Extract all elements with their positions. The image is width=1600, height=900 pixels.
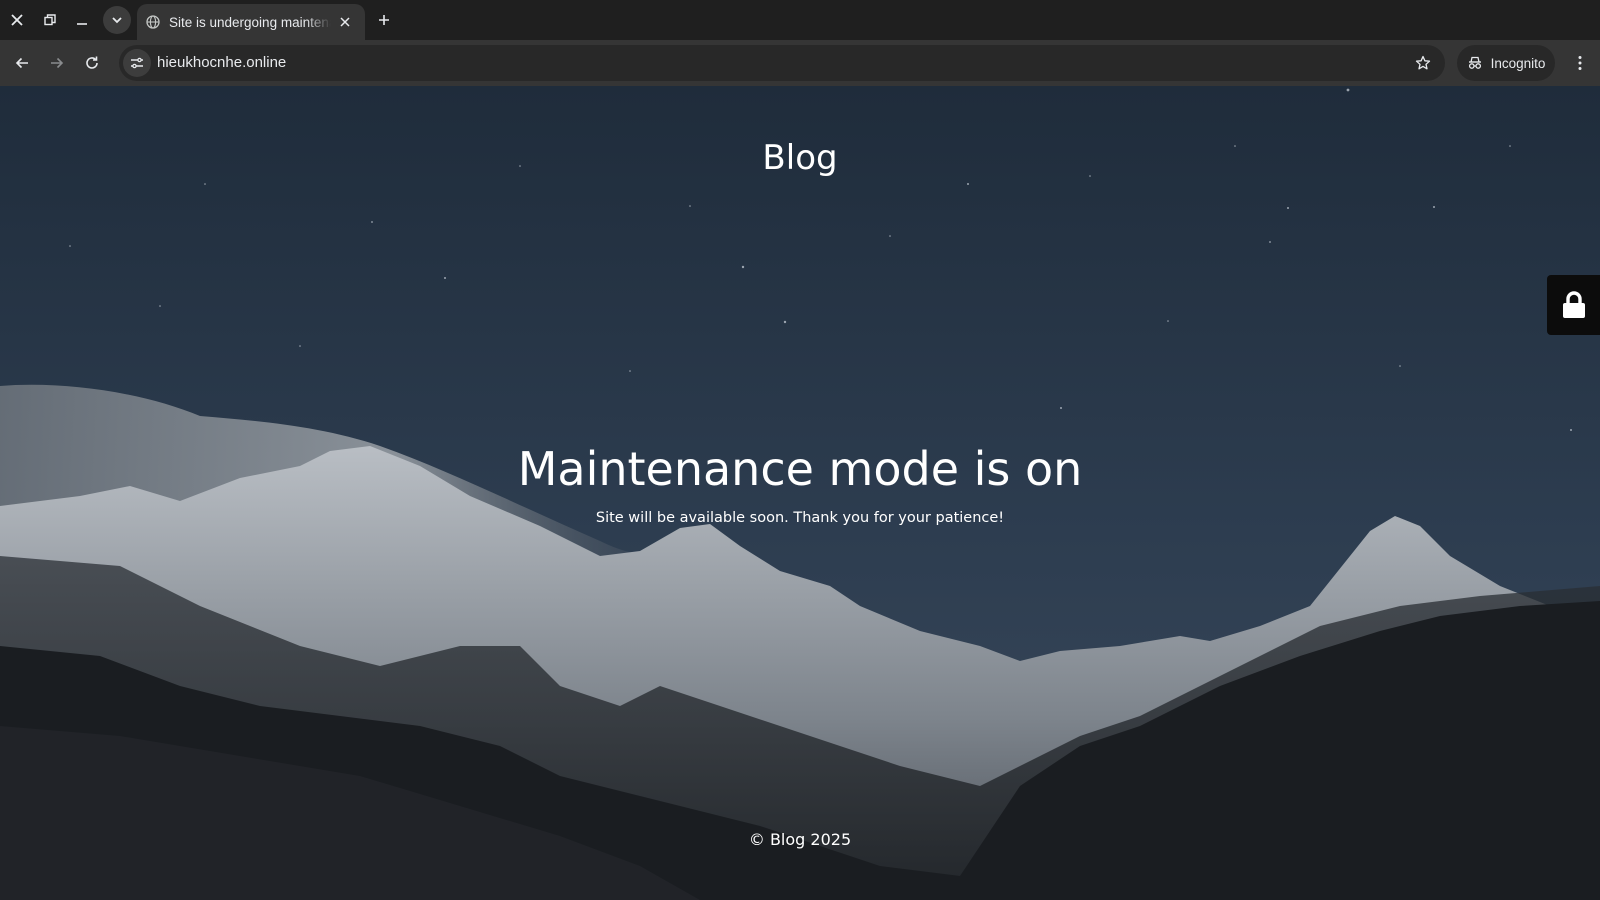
tune-icon [131,57,143,69]
new-tab-button[interactable] [372,8,396,32]
forward-button[interactable] [42,48,72,78]
maintenance-headline: Maintenance mode is on [517,442,1083,496]
site-title[interactable]: Blog [0,138,1600,178]
tab-strip: Site is undergoing maintenance [0,0,1600,40]
browser-toolbar: hieukhocnhe.online Incognito [0,40,1600,86]
footer-copyright: © Blog 2025 [748,830,852,849]
bookmark-button[interactable] [1411,51,1435,75]
login-lock-button[interactable] [1547,275,1600,335]
lock-icon [1562,291,1585,318]
close-window-button[interactable] [3,6,31,34]
tab-title: Site is undergoing maintenance [169,14,331,30]
chevron-down-icon [112,17,122,24]
star-icon [1415,55,1431,70]
tab-search-button[interactable] [103,6,131,34]
reload-icon [86,56,98,69]
incognito-indicator[interactable]: Incognito [1457,45,1555,81]
incognito-icon [1468,56,1481,69]
url-text[interactable]: hieukhocnhe.online [157,54,286,71]
close-icon [340,17,350,27]
globe-icon [145,14,161,30]
minimize-icon [77,23,87,25]
page-viewport: Blog Maintenance mode is on Site will be… [0,86,1600,900]
reload-button[interactable] [77,48,107,78]
close-icon [11,14,23,26]
plus-icon [379,15,389,25]
forward-arrow-icon [51,57,64,69]
maintenance-message: Site will be available soon. Thank you f… [595,510,1005,526]
tab-close-button[interactable] [337,14,353,30]
more-vert-icon [1578,56,1582,70]
restore-icon [44,14,56,26]
minimize-window-button[interactable] [68,6,96,34]
restore-window-button[interactable] [36,6,64,34]
back-button[interactable] [7,48,37,78]
site-info-button[interactable] [123,49,151,77]
active-tab[interactable]: Site is undergoing maintenance [137,4,365,40]
incognito-label: Incognito [1490,55,1546,71]
back-arrow-icon [15,57,28,69]
browser-menu-button[interactable] [1568,50,1592,76]
address-bar[interactable]: hieukhocnhe.online [119,45,1445,81]
